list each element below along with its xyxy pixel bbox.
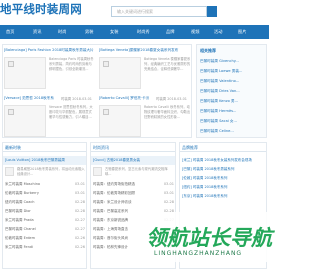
card-desc: Bottega Veneta 葆蝶家春夏系列，经典编织工艺与优雅廓形的完美结合，… — [144, 57, 191, 71]
column-feature[interactable]: [Gucci] 古驰2018春夏男女装 — [91, 156, 175, 165]
sidebar-item[interactable]: 巴黎时装周 Valentino... — [200, 79, 239, 84]
nav-item[interactable]: 活动 — [214, 25, 222, 39]
card-title[interactable]: [Versace] 范思哲 2018秋冬系列 — [4, 96, 54, 101]
card-title[interactable]: [Bottega Veneta]葆蝶家2018春夏女装系列发布 — [99, 48, 191, 53]
list-item[interactable]: 米兰时装周 Moschino 03-01 — [5, 180, 85, 188]
column-latest: 最新时装 [Louis Vuitton] 2018秋冬巴黎男装周 路易威登201… — [2, 142, 87, 269]
list-item[interactable]: [巴黎] 时装周 2018秋冬男装系列 — [182, 165, 265, 173]
sidebar-item[interactable]: 巴黎时装周 Loewe 男装... — [200, 69, 242, 74]
column-feature-desc: 古驰春夏系列，复古元素与现代潮流交相辉映... — [105, 167, 168, 176]
card-desc: Versace 范思哲秋冬系列，大胆印花与华丽配色，展现意式奢华与性感魅力，引人… — [49, 105, 93, 119]
card-title[interactable]: [Balenciaga] Paris Fashion 2018时装周秋冬男装大片 — [4, 48, 96, 53]
header: 地平线时装周网 输入关键词进行搜索 — [0, 0, 269, 26]
sidebar-item[interactable]: 巴黎时装周 Givenchy... — [200, 59, 239, 64]
nav-item[interactable]: 时尚 — [58, 25, 66, 39]
watermark: 领航站长导航 LINGHANGZHANZHANG — [132, 212, 272, 262]
card-meta: 时装周 2018-03-01 — [61, 97, 92, 101]
list-item[interactable]: [伦敦] 时装周 2018秋冬系列 — [182, 174, 265, 182]
sidebar-item[interactable]: 巴黎时装周 Sacai 女... — [200, 119, 237, 124]
sidebar-item[interactable]: 巴黎时装周 Hermès... — [200, 109, 236, 114]
card-image[interactable] — [99, 57, 141, 89]
list-item[interactable]: 时装周：纽约秀场街拍精选 03-01 — [93, 180, 174, 188]
list-item[interactable]: 纽约时装周 Coach 02-28 — [5, 198, 85, 206]
nav-item[interactable]: 时尚秀 — [137, 25, 150, 39]
list-item[interactable]: 巴黎时装周 Dior 02-28 — [5, 207, 85, 215]
list-item[interactable]: [纽约] 时装周 2018秋冬系列 — [182, 183, 265, 191]
list-item[interactable]: 时装周：伦敦秀场精彩回顾 03-01 — [93, 189, 174, 197]
card-desc: Roberto Cavalli 秋冬系列，动物纹理与奢华面料交织，勾勒出狂野而精… — [144, 105, 191, 119]
nav-item[interactable]: 资讯 — [33, 25, 41, 39]
list-item[interactable]: 伦敦时装周 Erdem 02-26 — [5, 234, 85, 242]
card-desc: Balenciaga Paris 时装周秋冬系列男装，简约时尚的剪裁与鲜明撞色，… — [49, 57, 94, 71]
card-title[interactable]: [Roberto Cavalli] 罗伯托·卡沃利 2018秋冬系列 — [99, 96, 149, 101]
image-icon — [103, 61, 109, 67]
list-item[interactable]: [米兰] 时装周 2018秋冬女装系列发布会现场 — [182, 156, 265, 164]
column-feature[interactable]: [Louis Vuitton] 2018秋冬巴黎男装周 — [3, 156, 86, 165]
column-heading: 品牌推荐 — [180, 143, 266, 152]
featured-section: [Balenciaga] Paris Fashion 2018时装周秋冬男装大片… — [2, 44, 192, 138]
card-image[interactable] — [4, 105, 46, 137]
nav-item[interactable]: 男装 — [85, 25, 93, 39]
nav-item[interactable]: 首页 — [6, 25, 14, 39]
list-item[interactable]: 米兰时装周 Prada 02-27 — [5, 216, 85, 224]
nav-item[interactable]: 女装 — [110, 25, 118, 39]
watermark-subtext: LINGHANGZHANZHANG — [154, 250, 243, 257]
column-heading: 最新时装 — [3, 143, 86, 152]
image-icon — [8, 61, 14, 67]
image-icon — [103, 109, 109, 115]
nav-item[interactable]: 图片 — [238, 25, 246, 39]
search-button[interactable] — [207, 6, 217, 17]
thumbnail[interactable] — [93, 167, 102, 176]
card-image[interactable] — [4, 57, 46, 89]
list-item[interactable]: 巴黎时装周 Chanel 02-27 — [5, 225, 85, 233]
card-image[interactable] — [99, 105, 141, 137]
search-input[interactable]: 输入关键词进行搜索 — [111, 6, 207, 17]
sidebar-item[interactable]: 巴黎时装周 Celine... — [200, 129, 234, 134]
card-meta: 时装周 2018-03-01 — [156, 97, 187, 101]
list-item[interactable]: 米兰时装周 Fendi 02-26 — [5, 243, 85, 251]
sidebar: 相关推荐 巴黎时装周 Givenchy... 巴黎时装周 Loewe 男装...… — [196, 44, 267, 138]
column-feature-desc: 路易威登2018秋冬男装系列，将运动元素融入经典设计... — [17, 167, 85, 176]
list-item[interactable]: 时装周：米兰设计师访谈 02-28 — [93, 198, 174, 206]
image-icon — [8, 109, 14, 115]
nav-item[interactable]: 品牌 — [166, 25, 174, 39]
list-item[interactable]: [东京] 时装周 2018秋冬系列 — [182, 192, 265, 200]
watermark-text: 领航站长导航 — [146, 226, 272, 250]
nav-item[interactable]: 视频 — [191, 25, 199, 39]
sidebar-title: 相关推荐 — [200, 48, 216, 53]
list-item[interactable]: 伦敦时装周 Burberry 03-01 — [5, 189, 85, 197]
thumbnail[interactable] — [5, 167, 14, 176]
site-logo[interactable]: 地平线时装周网 — [0, 1, 82, 17]
sidebar-item[interactable]: 巴黎时装周 Kenzo 男... — [200, 99, 238, 104]
main-nav: 首页 资讯 时尚 男装 女装 时尚秀 品牌 视频 活动 图片 — [0, 25, 269, 39]
column-heading: 时尚资讯 — [91, 143, 175, 152]
sidebar-item[interactable]: 巴黎时装周 Dries Van... — [200, 89, 240, 94]
